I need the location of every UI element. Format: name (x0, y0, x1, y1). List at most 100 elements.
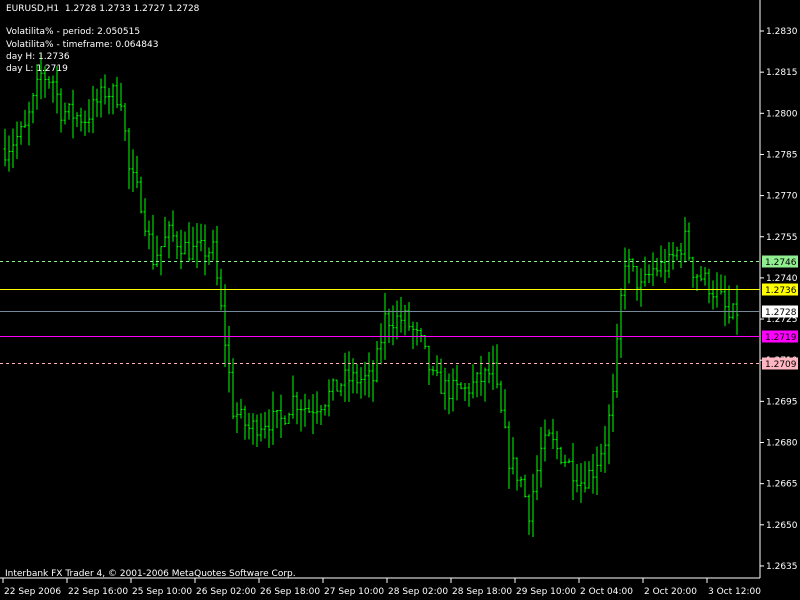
ohlc-bar (259, 413, 263, 442)
ohlc-bar (555, 431, 559, 460)
indicator-line: day H: 1.2736 (6, 52, 70, 62)
ohlc-bar (363, 361, 367, 396)
ohlc-bar (551, 418, 555, 450)
copyright-text: Interbank FX Trader 4, © 2001-2006 MetaQ… (5, 569, 296, 579)
ohlc-bar (83, 110, 87, 136)
ohlc-bar (267, 409, 271, 448)
price-tick-label: 1.2755 (766, 233, 798, 243)
time-tick-label: 2 Oct 20:00 (644, 587, 697, 597)
ohlc-bar (111, 83, 115, 115)
ohlc-bar (263, 411, 267, 439)
time-tick-label: 22 Sep 16:00 (68, 587, 128, 597)
ohlc-bar (671, 241, 675, 270)
ohlc-bar (331, 378, 335, 401)
ohlc-bar (559, 446, 563, 465)
ohlc-bar (607, 404, 611, 465)
ohlc-bar (579, 463, 583, 503)
ohlc-bar (567, 458, 571, 464)
ohlc-bar (727, 285, 731, 324)
chart-window[interactable]: 1.2830 1.2815 1.2800 1.2785 1.2770 1.2755 1.27… (0, 0, 800, 600)
ohlc-bar (707, 268, 711, 304)
ohlc-bar (695, 274, 699, 292)
ohlc-bar (595, 446, 599, 495)
ohlc-bar (199, 223, 203, 252)
ohlc-bar (59, 88, 63, 133)
symbol-label: EURUSD,H1 (6, 4, 60, 14)
ohlc-bar (407, 302, 411, 331)
ohlc-bar (11, 128, 15, 169)
ohlc-bar (599, 443, 603, 472)
ohlc-bar (187, 222, 191, 262)
ohlc-bar (547, 429, 551, 437)
ohlc-bar (231, 358, 235, 420)
ohlc-bar (191, 226, 195, 260)
price-tick-label: 1.2650 (766, 521, 798, 531)
ohlc-bar (583, 461, 587, 493)
price-tick-label: 1.2815 (766, 68, 798, 78)
ohlc-bar (735, 285, 739, 335)
ohlc-bar (687, 222, 691, 261)
ohlc-bar (663, 248, 667, 284)
ohlc-bar (371, 360, 375, 402)
ohlc-bar (147, 220, 151, 250)
ohlc-bar (171, 210, 175, 242)
ohlc-bar (127, 127, 131, 190)
ohlc-bar (23, 109, 27, 128)
ohlc-bar (379, 323, 383, 365)
ohlc-bar (495, 344, 499, 389)
ohlc-bar (527, 494, 531, 535)
ohlc-bar (355, 363, 359, 394)
ohlc-bar (283, 415, 287, 426)
ohlc-bar (79, 107, 83, 132)
ohlc-bar (531, 473, 535, 538)
ohlc-bar (71, 89, 75, 139)
ohlc-bar (143, 198, 147, 237)
ohlc-bar (335, 379, 339, 392)
ohlc-bar (323, 404, 327, 416)
time-tick-label: 27 Sep 10:00 (324, 587, 384, 597)
ohlc-bar (619, 288, 623, 358)
price-tick-label: 1.2785 (766, 150, 798, 160)
ohlc-bar (63, 102, 67, 125)
ohlc-bar (463, 382, 467, 401)
ohlc-bar (239, 398, 243, 419)
ohlc-bar (311, 394, 315, 435)
ohlc-bar (235, 402, 239, 434)
ohlc-bar (723, 275, 727, 327)
ohlc-bar (447, 373, 451, 415)
ohlc-bar (87, 99, 91, 133)
ohlc-bar (315, 391, 319, 424)
ohlc-bar (395, 300, 399, 340)
ohlc-bar (75, 112, 79, 127)
time-tick-label: 22 Sep 2006 (4, 587, 61, 597)
ohlc-bar (523, 474, 527, 498)
ohlc-bar (667, 242, 671, 278)
ohlc-bar (3, 128, 7, 167)
price-tick-label: 1.2695 (766, 397, 798, 407)
ohlc-bar (287, 412, 291, 424)
ohlc-bar (167, 221, 171, 259)
ohlc-bar (31, 92, 35, 124)
ohlc-bar (339, 383, 343, 397)
ohlc-bar (383, 292, 387, 360)
time-tick-label: 29 Sep 10:00 (516, 587, 576, 597)
ohlc-bar (367, 352, 371, 398)
ohlc-bar (291, 375, 295, 419)
ohlc-bar (403, 304, 407, 336)
ohlc-bar (19, 121, 23, 145)
price-tick-label: 1.2830 (766, 27, 798, 37)
ohlc-bar (67, 103, 71, 120)
time-tick-label: 26 Sep 18:00 (260, 587, 320, 597)
ohlc-bar (411, 321, 415, 350)
ohlc-bar (683, 217, 687, 263)
time-tick-label: 26 Sep 02:00 (196, 587, 256, 597)
ohlc-bar (251, 413, 255, 445)
ohlc-bar (207, 247, 211, 265)
ohlc-bar (95, 88, 99, 118)
ohlc-bar (91, 85, 95, 134)
ohlc-bar (611, 373, 615, 432)
ohlc-bar (471, 364, 475, 399)
ohlc-bar (307, 399, 311, 414)
ohlc-bar (651, 252, 655, 287)
price-chart[interactable]: 1.2830 1.2815 1.2800 1.2785 1.2770 1.2755 1.27… (0, 0, 800, 600)
